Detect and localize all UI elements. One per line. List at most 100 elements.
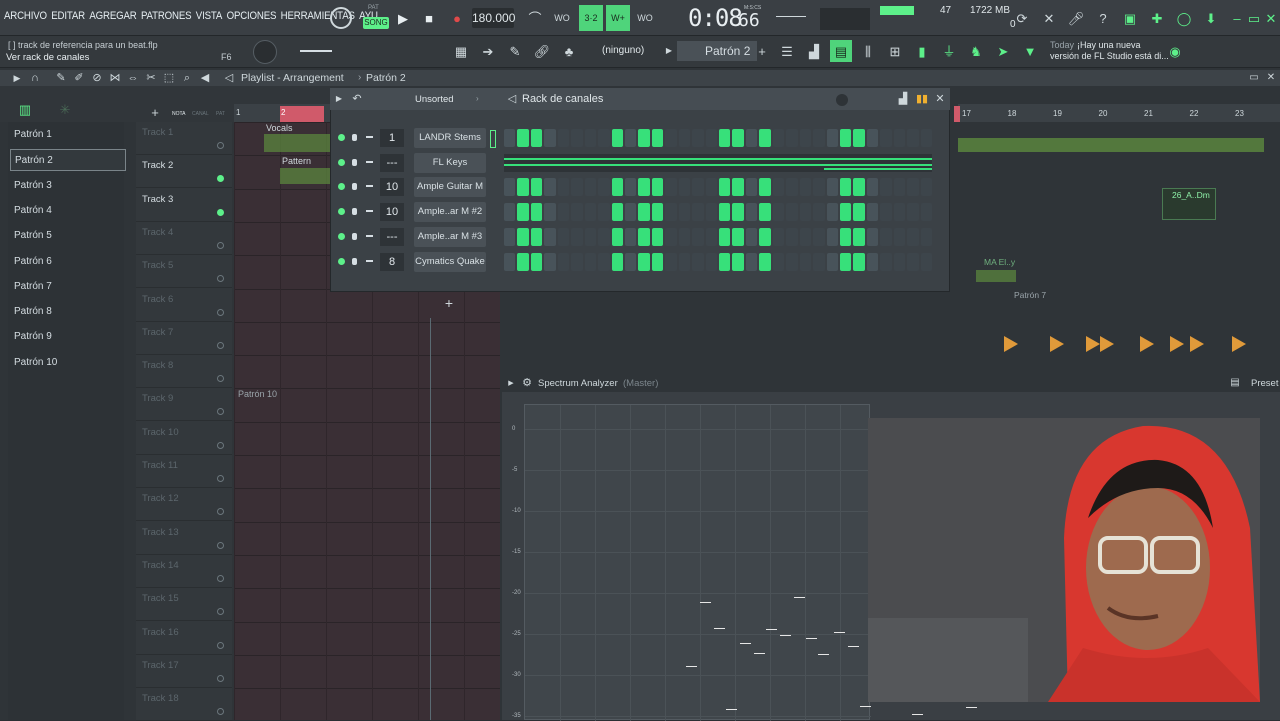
- step-button[interactable]: [880, 178, 892, 197]
- channel-led[interactable]: [338, 134, 345, 141]
- step-button[interactable]: [638, 129, 650, 147]
- channel-row[interactable]: --- FL Keys: [334, 151, 934, 175]
- step-button[interactable]: [611, 252, 623, 271]
- download-icon[interactable]: ⬇: [1202, 9, 1220, 27]
- presets-label[interactable]: Preset: [1251, 378, 1278, 389]
- step-button[interactable]: [786, 252, 798, 271]
- add-track-icon[interactable]: +: [146, 103, 164, 121]
- browser-icon[interactable]: ⊞: [886, 42, 904, 60]
- step-button[interactable]: [772, 227, 785, 246]
- step-button[interactable]: [813, 252, 825, 271]
- step-button[interactable]: [611, 227, 623, 246]
- step-sequencer[interactable]: [504, 178, 932, 197]
- channel-rack-icon[interactable]: ▤: [830, 40, 852, 62]
- play-icon[interactable]: ▶: [394, 9, 412, 27]
- step-button[interactable]: [517, 129, 529, 147]
- step-button[interactable]: [665, 178, 677, 197]
- pattern-item[interactable]: Patrón 5: [10, 225, 126, 247]
- recording-knob[interactable]: [330, 7, 352, 29]
- channel-volume-knob[interactable]: [352, 232, 357, 240]
- step-button[interactable]: [705, 203, 717, 222]
- step-button[interactable]: [719, 129, 731, 147]
- step-button[interactable]: [665, 252, 677, 271]
- step-button[interactable]: [584, 178, 597, 197]
- step-button[interactable]: [504, 178, 516, 197]
- track-header[interactable]: Track 11: [136, 455, 232, 488]
- step-button[interactable]: [705, 252, 717, 271]
- loop-record-icon[interactable]: WO: [636, 9, 654, 27]
- step-button[interactable]: [799, 129, 812, 147]
- rack-menu-icon[interactable]: ▶: [330, 90, 348, 108]
- step-button[interactable]: [598, 203, 610, 222]
- track-enable-toggle[interactable]: [217, 708, 224, 716]
- step-button[interactable]: [571, 203, 583, 222]
- step-button[interactable]: [504, 203, 516, 222]
- chat-icon[interactable]: ◯: [1175, 9, 1193, 27]
- main-volume-knob[interactable]: [253, 40, 277, 64]
- step-button[interactable]: [557, 203, 570, 222]
- step-button[interactable]: [611, 129, 623, 147]
- track-header[interactable]: Track 5: [136, 255, 232, 289]
- minimize-icon[interactable]: –: [1228, 9, 1246, 27]
- step-button[interactable]: [826, 129, 838, 147]
- tab-nota[interactable]: NOTA: [172, 111, 186, 117]
- step-button[interactable]: [772, 178, 785, 197]
- step-button[interactable]: [772, 203, 785, 222]
- piano-icon[interactable]: ▦: [452, 42, 470, 60]
- channel-pan-knob[interactable]: [366, 234, 373, 237]
- step-button[interactable]: [517, 252, 529, 271]
- step-button[interactable]: [839, 203, 852, 222]
- step-button[interactable]: [624, 178, 637, 197]
- tools-icon[interactable]: ✕: [1040, 9, 1058, 27]
- step-button[interactable]: [839, 252, 852, 271]
- step-button[interactable]: [920, 252, 932, 271]
- step-button[interactable]: [772, 252, 785, 271]
- step-button[interactable]: [866, 178, 879, 197]
- step-button[interactable]: [732, 252, 744, 271]
- step-button[interactable]: [893, 227, 906, 246]
- step-button[interactable]: [611, 178, 623, 197]
- snap-selector[interactable]: (ninguno): [602, 45, 644, 56]
- main-pitch-slider[interactable]: [300, 50, 332, 52]
- step-button[interactable]: [692, 227, 704, 246]
- step-button[interactable]: [571, 227, 583, 246]
- wait-icon[interactable]: WO: [553, 9, 571, 27]
- channel-row[interactable]: 8 Cymatics Quake: [334, 250, 934, 274]
- step-button[interactable]: [651, 252, 664, 271]
- step-button[interactable]: [665, 129, 677, 147]
- step-button[interactable]: [786, 178, 798, 197]
- step-button[interactable]: [799, 227, 812, 246]
- track-header[interactable]: Track 6: [136, 289, 232, 322]
- step-button[interactable]: [678, 178, 691, 197]
- step-button[interactable]: [853, 178, 865, 197]
- help-icon[interactable]: ?: [1094, 9, 1112, 27]
- step-button[interactable]: [584, 203, 597, 222]
- track-enable-toggle[interactable]: [217, 674, 224, 682]
- step-button[interactable]: [745, 252, 758, 271]
- step-button[interactable]: [598, 178, 610, 197]
- cart-icon[interactable]: ▼: [1021, 42, 1039, 60]
- step-button[interactable]: [880, 252, 892, 271]
- step-button[interactable]: [759, 129, 771, 147]
- step-button[interactable]: [651, 129, 664, 147]
- channel-volume-knob[interactable]: [352, 158, 357, 166]
- pattern-item[interactable]: Patrón 10: [10, 352, 126, 374]
- step-button[interactable]: [853, 227, 865, 246]
- step-button[interactable]: [719, 252, 731, 271]
- plugin-icon[interactable]: ✚: [1148, 9, 1166, 27]
- menu-agregar[interactable]: AGREGAR: [89, 10, 136, 22]
- clip-patron7-label[interactable]: Patrón 7: [1014, 290, 1046, 300]
- step-sequencer[interactable]: [504, 203, 932, 222]
- add-pattern-icon[interactable]: +: [753, 42, 771, 60]
- clip-vocals-label[interactable]: Vocals: [266, 123, 293, 133]
- channel-row[interactable]: 10 Ample Guitar M: [334, 175, 934, 199]
- clip-ma-label[interactable]: MA El..y: [984, 257, 1015, 267]
- slice-icon[interactable]: ✂: [142, 69, 160, 87]
- step-button[interactable]: [893, 252, 906, 271]
- speaker-icon[interactable]: ◁: [220, 69, 238, 87]
- piano-roll-preview[interactable]: [504, 153, 932, 172]
- clip-ma[interactable]: [976, 270, 1016, 282]
- select-icon[interactable]: ⬚: [160, 69, 178, 87]
- step-button[interactable]: [584, 227, 597, 246]
- delete-icon[interactable]: ⊘: [88, 69, 106, 87]
